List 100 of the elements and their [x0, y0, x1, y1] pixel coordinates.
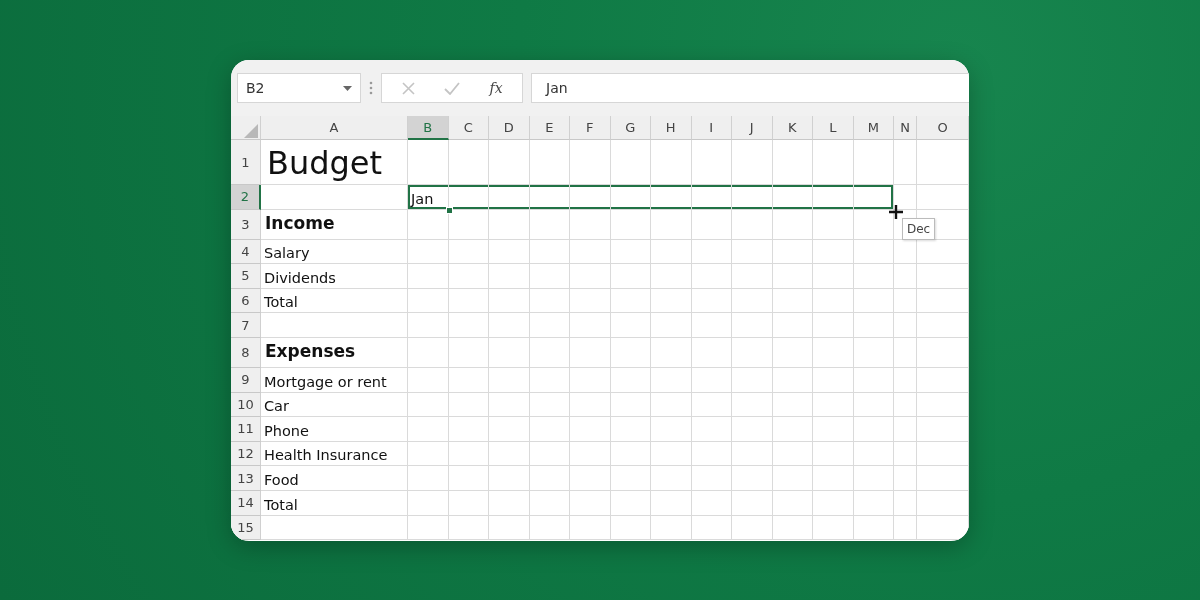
- sheet-cell[interactable]: [448, 515, 489, 541]
- sheet-cell[interactable]: [529, 367, 570, 393]
- sheet-cell[interactable]: [853, 209, 894, 240]
- sheet-cell[interactable]: [570, 264, 611, 289]
- sheet-cell[interactable]: [894, 185, 917, 210]
- sheet-cell[interactable]: Dividends: [261, 264, 408, 289]
- sheet-cell[interactable]: [408, 515, 449, 541]
- sheet-cell[interactable]: [489, 466, 530, 491]
- sheet-cell[interactable]: [529, 417, 570, 442]
- sheet-cell[interactable]: [448, 140, 489, 185]
- sheet-cell[interactable]: [917, 392, 969, 418]
- sheet-cell[interactable]: [772, 337, 813, 368]
- sheet-cell[interactable]: [651, 337, 692, 368]
- sheet-cell[interactable]: [570, 140, 611, 185]
- column-header[interactable]: N: [894, 116, 917, 140]
- row-header[interactable]: 11: [231, 417, 261, 442]
- sheet-cell[interactable]: [570, 490, 611, 516]
- sheet-cell[interactable]: [408, 313, 449, 338]
- sheet-cell[interactable]: [408, 367, 449, 393]
- sheet-cell[interactable]: [813, 209, 854, 240]
- sheet-cell[interactable]: [772, 490, 813, 516]
- sheet-cell[interactable]: [408, 264, 449, 289]
- sheet-cell[interactable]: [529, 515, 570, 541]
- sheet-cell[interactable]: [261, 515, 408, 541]
- sheet-cell[interactable]: [489, 441, 530, 467]
- sheet-cell[interactable]: [529, 264, 570, 289]
- sheet-cell[interactable]: Total: [261, 490, 408, 516]
- sheet-cell[interactable]: [448, 417, 489, 442]
- sheet-cell[interactable]: [772, 313, 813, 338]
- sheet-cell[interactable]: [408, 417, 449, 442]
- sheet-cell[interactable]: [691, 140, 732, 185]
- sheet-cell[interactable]: [732, 264, 773, 289]
- sheet-cell[interactable]: [772, 288, 813, 314]
- sheet-cell[interactable]: [894, 515, 917, 541]
- sheet-cell[interactable]: [651, 490, 692, 516]
- sheet-cell[interactable]: [894, 466, 917, 491]
- sheet-cell[interactable]: [894, 441, 917, 467]
- column-header[interactable]: D: [489, 116, 530, 140]
- sheet-cell[interactable]: [732, 466, 773, 491]
- sheet-cell[interactable]: [489, 264, 530, 289]
- row-header[interactable]: 12: [231, 441, 261, 467]
- sheet-cell[interactable]: [651, 367, 692, 393]
- sheet-cell[interactable]: [570, 417, 611, 442]
- column-header[interactable]: O: [917, 116, 969, 140]
- sheet-cell[interactable]: [651, 392, 692, 418]
- sheet-cell[interactable]: [489, 337, 530, 368]
- sheet-cell[interactable]: [894, 264, 917, 289]
- sheet-cell[interactable]: [813, 490, 854, 516]
- sheet-cell[interactable]: [529, 490, 570, 516]
- column-header[interactable]: G: [610, 116, 651, 140]
- sheet-cell[interactable]: [894, 392, 917, 418]
- sheet-cell[interactable]: [691, 515, 732, 541]
- sheet-cell[interactable]: [489, 209, 530, 240]
- sheet-cell[interactable]: [408, 490, 449, 516]
- sheet-cell[interactable]: [813, 337, 854, 368]
- sheet-cell[interactable]: [894, 417, 917, 442]
- sheet-cell[interactable]: [691, 288, 732, 314]
- sheet-cell[interactable]: [813, 264, 854, 289]
- sheet-cell[interactable]: Budget: [261, 140, 408, 185]
- sheet-cell[interactable]: [772, 392, 813, 418]
- sheet-cell[interactable]: [732, 288, 773, 314]
- sheet-cell[interactable]: [917, 417, 969, 442]
- select-all-button[interactable]: [231, 116, 261, 140]
- sheet-cell[interactable]: [570, 466, 611, 491]
- sheet-cell[interactable]: [691, 313, 732, 338]
- sheet-cell[interactable]: [917, 337, 969, 368]
- sheet-cell[interactable]: [570, 367, 611, 393]
- sheet-cell[interactable]: [489, 313, 530, 338]
- more-options-icon[interactable]: [369, 81, 373, 95]
- sheet-cell[interactable]: [610, 417, 651, 442]
- sheet-cell[interactable]: [772, 515, 813, 541]
- sheet-cell[interactable]: [691, 185, 732, 210]
- sheet-cell[interactable]: [570, 392, 611, 418]
- sheet-cell[interactable]: Salary: [261, 239, 408, 265]
- sheet-cell[interactable]: Food: [261, 466, 408, 491]
- sheet-cell[interactable]: [570, 239, 611, 265]
- sheet-cell[interactable]: [691, 392, 732, 418]
- sheet-cell[interactable]: [772, 239, 813, 265]
- sheet-cell[interactable]: [408, 392, 449, 418]
- sheet-cell[interactable]: [489, 392, 530, 418]
- sheet-cell[interactable]: [894, 367, 917, 393]
- sheet-cell[interactable]: [570, 185, 611, 210]
- sheet-cell[interactable]: [610, 288, 651, 314]
- column-header[interactable]: J: [732, 116, 773, 140]
- row-header[interactable]: 9: [231, 367, 261, 393]
- sheet-cell[interactable]: [651, 441, 692, 467]
- sheet-cell[interactable]: [813, 367, 854, 393]
- sheet-cell[interactable]: [853, 185, 894, 210]
- sheet-cell[interactable]: [408, 288, 449, 314]
- sheet-cell[interactable]: [894, 140, 917, 185]
- sheet-cell[interactable]: [408, 239, 449, 265]
- sheet-cell[interactable]: [772, 264, 813, 289]
- column-header[interactable]: B: [408, 116, 449, 140]
- column-header[interactable]: E: [529, 116, 570, 140]
- sheet-cell[interactable]: [853, 288, 894, 314]
- sheet-cell[interactable]: [732, 441, 773, 467]
- sheet-cell[interactable]: [691, 417, 732, 442]
- sheet-cell[interactable]: [448, 392, 489, 418]
- sheet-cell[interactable]: [448, 264, 489, 289]
- sheet-cell[interactable]: [529, 337, 570, 368]
